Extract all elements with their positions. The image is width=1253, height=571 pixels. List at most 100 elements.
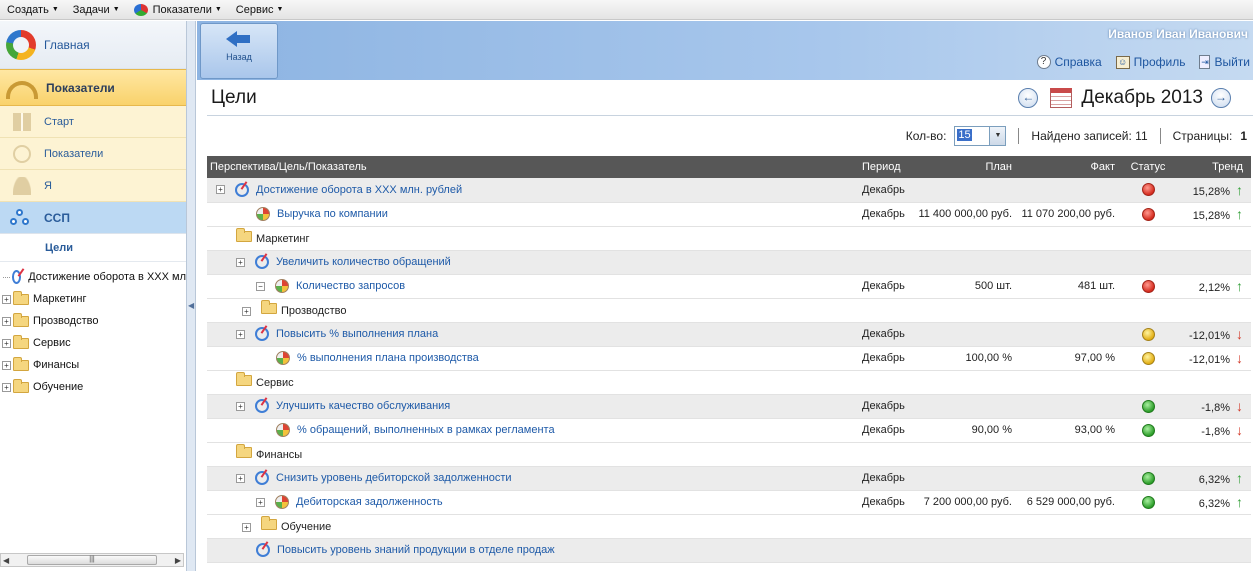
- row-name[interactable]: Улучшить качество обслуживания: [276, 400, 450, 412]
- row-name[interactable]: Увеличить количество обращений: [276, 256, 451, 268]
- expand-icon[interactable]: +: [236, 329, 245, 339]
- table-row[interactable]: + Прозводство: [207, 298, 1251, 323]
- tree-item-training[interactable]: + Обучение: [0, 376, 186, 398]
- cell-status: [1123, 346, 1173, 371]
- arrow-up-icon: ↑: [1236, 206, 1243, 222]
- table-row[interactable]: + Обучение: [207, 514, 1251, 539]
- next-period-button[interactable]: →: [1211, 87, 1231, 108]
- scroll-left-icon[interactable]: ◀: [3, 556, 9, 565]
- chevron-down-icon[interactable]: ▼: [989, 127, 1006, 145]
- tree-item-marketing[interactable]: + Маркетинг: [0, 288, 186, 310]
- profile-link[interactable]: ☺ Профиль: [1115, 55, 1185, 69]
- goal-icon: [255, 471, 269, 485]
- cell-plan: [915, 466, 1018, 491]
- help-link[interactable]: ? Справка: [1036, 55, 1102, 69]
- collapse-left-icon[interactable]: ◀: [188, 301, 194, 310]
- expand-icon[interactable]: +: [242, 522, 251, 532]
- cell-period: Декабрь: [859, 418, 915, 443]
- nav-ssp[interactable]: ССП: [0, 202, 186, 234]
- sidebar-item-start[interactable]: Старт: [0, 106, 186, 138]
- status-indicator-icon: [1141, 399, 1155, 413]
- row-name[interactable]: Выручка по компании: [277, 208, 388, 220]
- row-name[interactable]: % обращений, выполненных в рамках реглам…: [297, 424, 555, 436]
- col-header-name[interactable]: Перспектива/Цель/Показатель: [207, 156, 859, 178]
- calendar-icon[interactable]: [1050, 87, 1073, 108]
- tree-item-finance[interactable]: + Финансы: [0, 354, 186, 376]
- cell-plan: 500 шт.: [915, 274, 1018, 299]
- row-name[interactable]: Количество запросов: [296, 280, 405, 292]
- cell-trend: 15,28% ↑: [1173, 202, 1251, 227]
- scroll-right-icon[interactable]: ▶: [175, 556, 181, 565]
- table-row[interactable]: + Увеличить количество обращений: [207, 250, 1251, 275]
- tree-item-service[interactable]: + Сервис: [0, 332, 186, 354]
- table-row[interactable]: Повысить уровень знаний продукции в отде…: [207, 538, 1251, 563]
- cell-status: [1123, 322, 1173, 347]
- table-row[interactable]: + Достижение оборота в XXX млн. рублей Дек…: [207, 178, 1251, 203]
- table-row[interactable]: Выручка по компании Декабрь 11 400 000,00 …: [207, 202, 1251, 227]
- expand-icon[interactable]: +: [2, 316, 11, 326]
- table-row[interactable]: % выполнения плана производства Декабрь 10…: [207, 346, 1251, 371]
- collapse-icon[interactable]: −: [256, 281, 265, 291]
- cell-status: [1123, 178, 1173, 203]
- expand-icon[interactable]: +: [2, 360, 11, 370]
- table-row[interactable]: + Повысить % выполнения плана Декабрь -12,0…: [207, 322, 1251, 347]
- folder-icon: [13, 356, 29, 371]
- cell-plan: [915, 514, 1018, 539]
- table-row[interactable]: % обращений, выполненных в рамках реглам…: [207, 418, 1251, 443]
- col-header-fact[interactable]: Факт: [1018, 156, 1123, 178]
- table-row[interactable]: + Улучшить качество обслуживания Декабрь -1…: [207, 394, 1251, 419]
- row-name[interactable]: Достижение оборота в XXX млн. рублей: [256, 184, 462, 196]
- expand-icon[interactable]: +: [236, 473, 245, 483]
- expand-icon[interactable]: +: [2, 294, 11, 304]
- row-name[interactable]: Повысить % выполнения плана: [276, 328, 438, 340]
- row-name[interactable]: Дебиторская задолженность: [296, 496, 443, 508]
- col-header-status[interactable]: Статус: [1123, 156, 1173, 178]
- tree-item-production[interactable]: + Прозводство: [0, 310, 186, 332]
- pages-value[interactable]: 1: [1240, 129, 1247, 143]
- nav-main[interactable]: Главная: [0, 21, 186, 69]
- scroll-thumb[interactable]: |||: [27, 555, 157, 565]
- table-row[interactable]: + Снизить уровень дебиторской задолженнос…: [207, 466, 1251, 491]
- expand-icon[interactable]: +: [236, 257, 245, 267]
- row-name[interactable]: Снизить уровень дебиторской задолженност…: [276, 472, 512, 484]
- col-header-trend[interactable]: Тренд: [1173, 156, 1251, 178]
- col-header-period[interactable]: Период: [859, 156, 915, 178]
- main-content: Цели ← Декабрь 2013 → Кол-во: 15 ▼ Найден…: [205, 80, 1253, 563]
- cell-status: [1123, 274, 1173, 299]
- row-name[interactable]: % выполнения плана производства: [297, 352, 479, 364]
- expand-icon[interactable]: +: [2, 338, 11, 348]
- sidebar-item-indicators[interactable]: Показатели: [0, 138, 186, 170]
- trend-value: 6,32%: [1198, 474, 1230, 486]
- row-name[interactable]: Повысить уровень знаний продукции в отде…: [277, 544, 555, 556]
- menu-tasks[interactable]: Задачи ▼: [66, 0, 127, 20]
- table-row[interactable]: Финансы: [207, 442, 1251, 467]
- sidebar-splitter[interactable]: ◀: [187, 21, 196, 571]
- table-row[interactable]: + Дебиторская задолженность Декабрь 7 200 0…: [207, 490, 1251, 515]
- expand-icon[interactable]: +: [256, 497, 265, 507]
- expand-icon[interactable]: +: [242, 306, 251, 316]
- nav-indicators[interactable]: Показатели: [0, 69, 186, 106]
- expand-icon[interactable]: +: [2, 382, 11, 392]
- goal-icon: [255, 255, 269, 269]
- expand-icon[interactable]: +: [216, 185, 225, 195]
- table-row[interactable]: Сервис: [207, 370, 1251, 395]
- table-row[interactable]: − Количество запросов Декабрь 500 шт. 481 шт…: [207, 274, 1251, 299]
- col-header-plan[interactable]: План: [915, 156, 1018, 178]
- expand-icon[interactable]: +: [236, 401, 245, 411]
- sidebar-hscrollbar[interactable]: ◀ ||| ▶: [0, 553, 184, 567]
- cell-status: [1123, 538, 1173, 563]
- prev-period-button[interactable]: ←: [1018, 87, 1039, 108]
- count-select[interactable]: 15 ▼: [954, 126, 1007, 146]
- folder-icon: [13, 312, 29, 327]
- trend-value: 2,12%: [1198, 282, 1230, 294]
- tree-item-goal[interactable]: Достижение оборота в XXX мл: [0, 266, 186, 288]
- goals-tree-header[interactable]: Цели: [0, 234, 186, 262]
- logout-link[interactable]: ⇥ Выйти: [1199, 55, 1250, 69]
- back-button[interactable]: Назад: [200, 23, 278, 79]
- table-row[interactable]: Маркетинг: [207, 226, 1251, 251]
- menu-create[interactable]: Создать ▼: [0, 0, 66, 20]
- sidebar-item-me[interactable]: Я: [0, 170, 186, 202]
- menu-indicators[interactable]: Показатели ▼: [127, 0, 229, 20]
- caret-down-icon: ▼: [112, 6, 120, 13]
- menu-service[interactable]: Сервис ▼: [229, 0, 291, 20]
